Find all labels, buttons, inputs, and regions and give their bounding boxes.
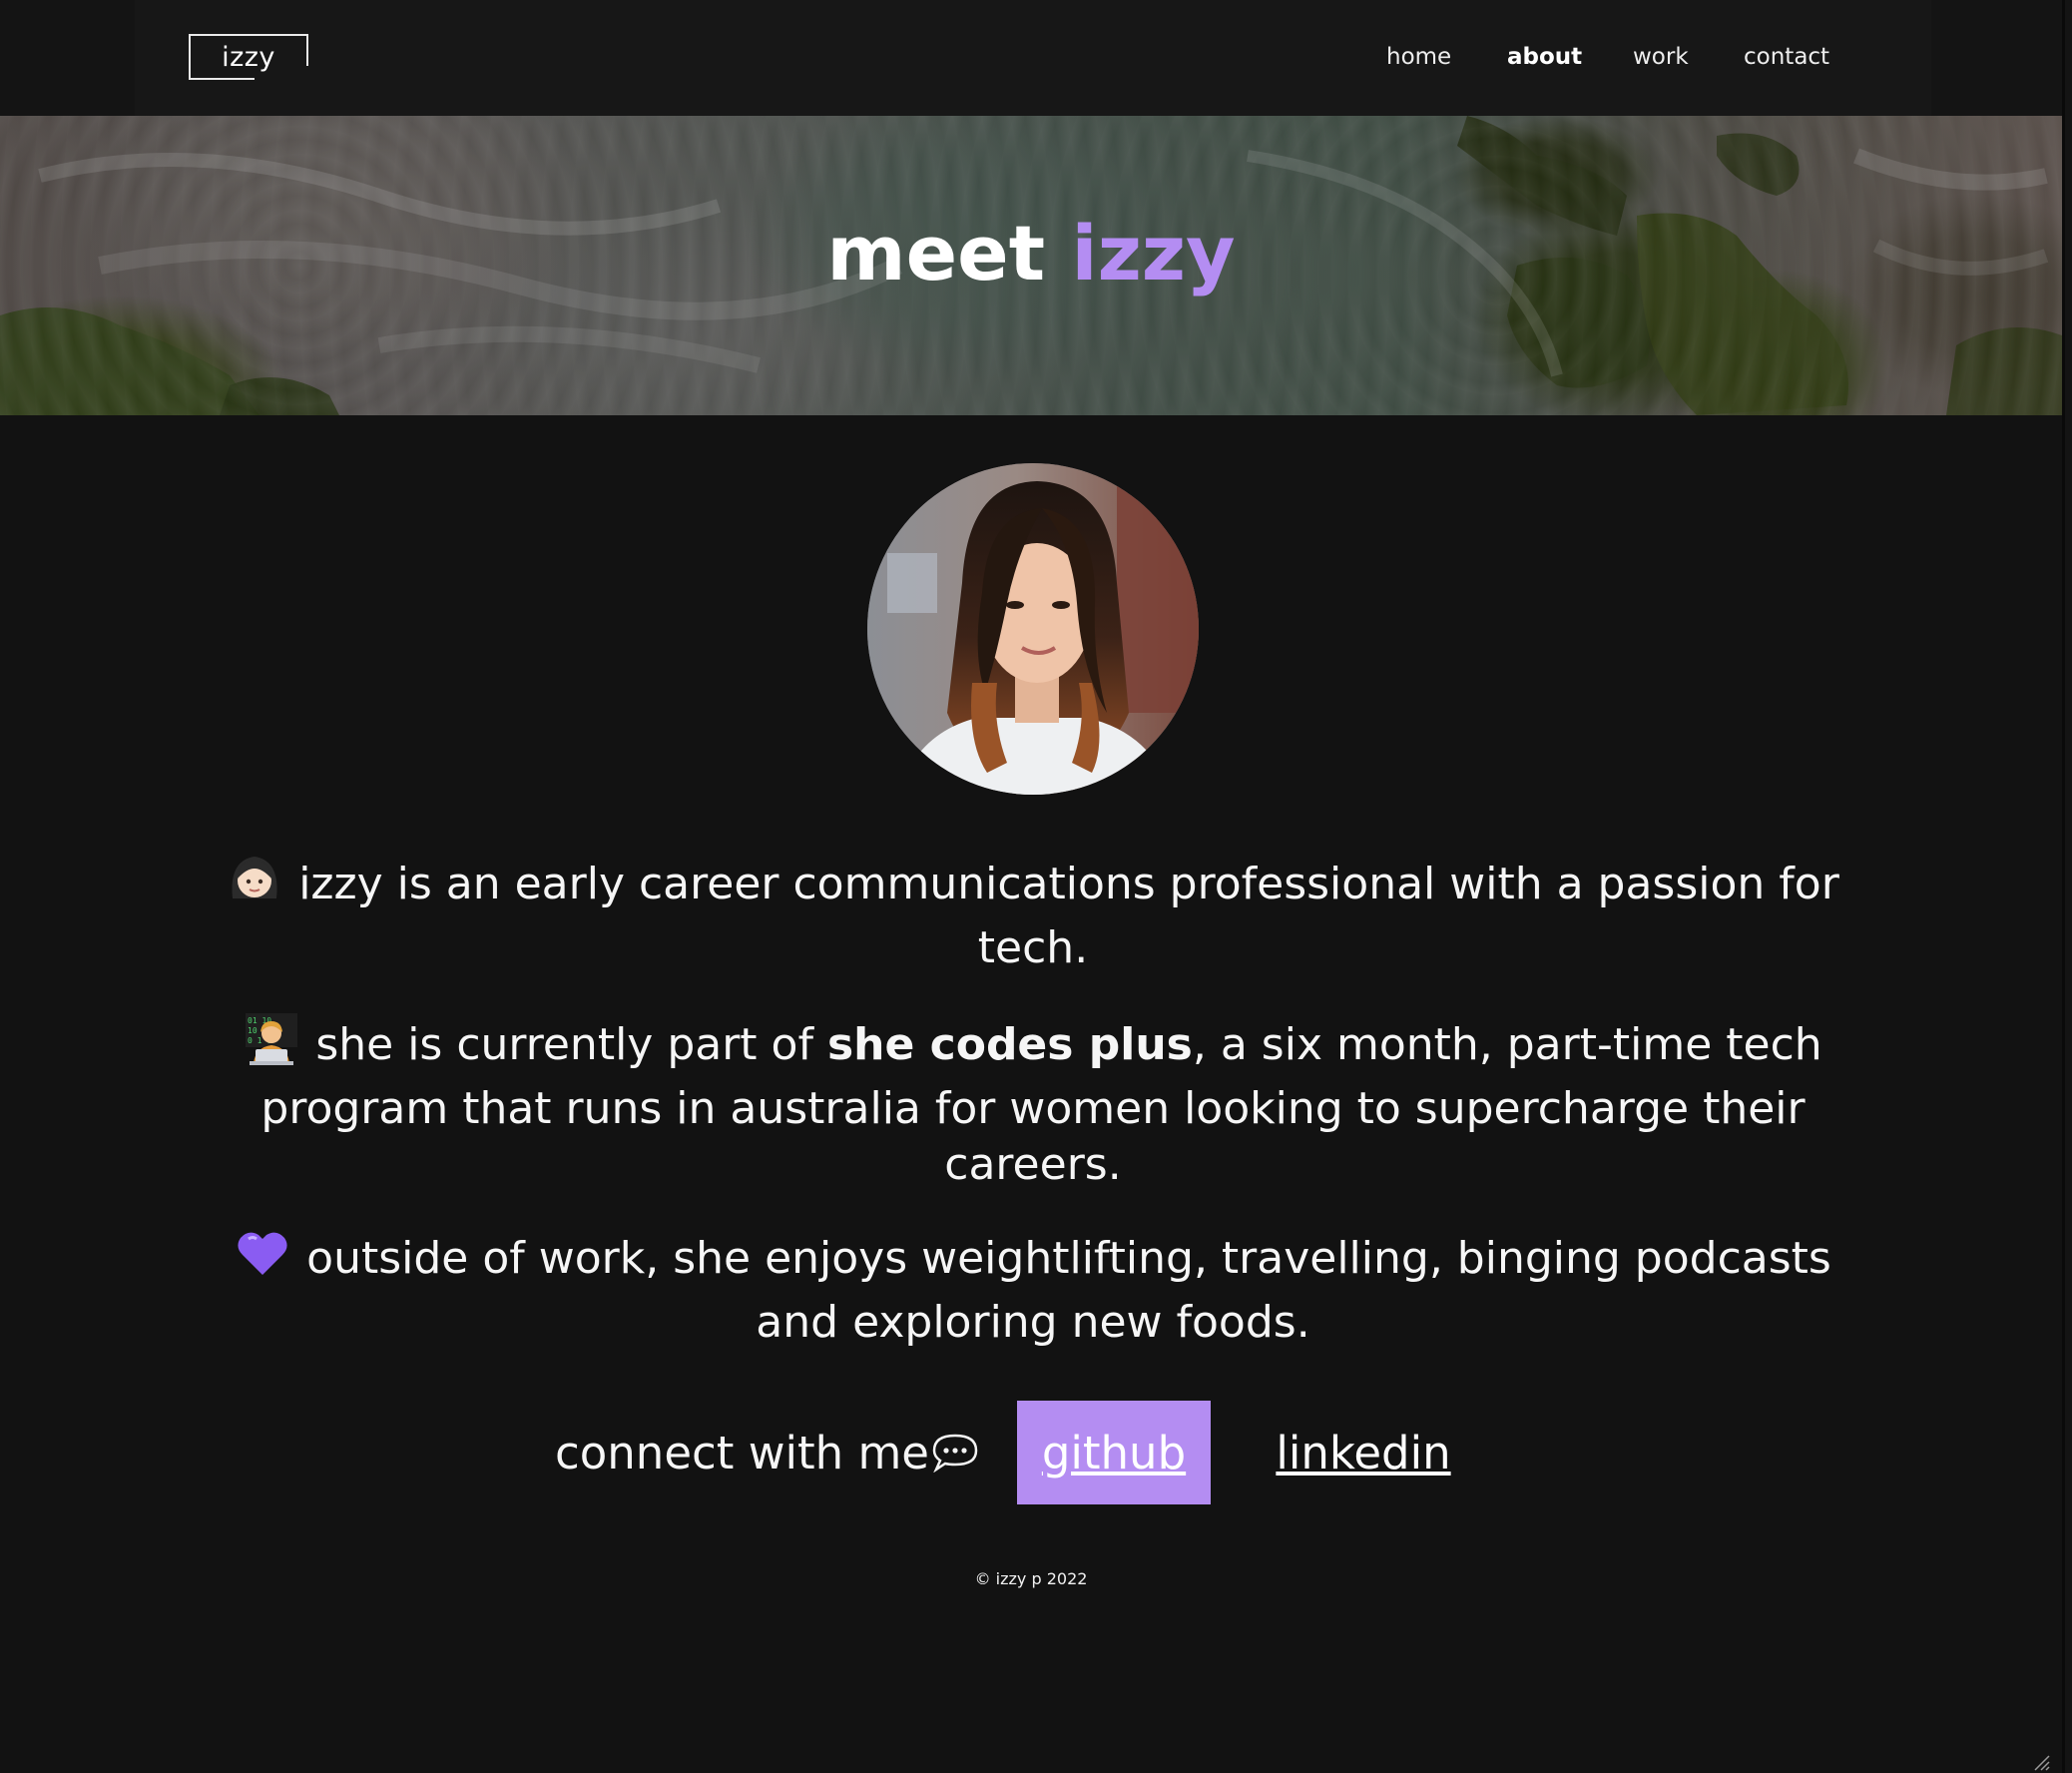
program-name: she codes plus bbox=[826, 1019, 1193, 1070]
nav-item-work[interactable]: work bbox=[1633, 44, 1689, 70]
page-title: meet izzy bbox=[0, 216, 2062, 292]
bio-paragraph-2: 01 10 10 01 0 1 0 she is currently part … bbox=[220, 1011, 1846, 1193]
woman-emoji-icon bbox=[227, 851, 282, 920]
footer-copyright: © izzy p 2022 bbox=[974, 1569, 1088, 1588]
nav-item-home[interactable]: home bbox=[1386, 44, 1451, 70]
profile-avatar bbox=[867, 463, 1199, 795]
nav-item-contact[interactable]: contact bbox=[1744, 44, 1829, 70]
logo-link[interactable]: izzy bbox=[189, 34, 308, 80]
bio-paragraph-3: outside of work, she enjoys weightliftin… bbox=[220, 1225, 1846, 1351]
nav-item-about[interactable]: about bbox=[1507, 44, 1582, 70]
page-title-accent: izzy bbox=[1071, 209, 1236, 297]
bio-text-2-prefix: she is currently part of bbox=[315, 1019, 827, 1070]
logo-text: izzy bbox=[222, 41, 275, 73]
bio-text-1: izzy is an early career communications p… bbox=[298, 859, 1839, 973]
hero-banner: meet izzy bbox=[0, 116, 2062, 415]
logo-border-gap bbox=[305, 66, 311, 80]
resize-grip-icon[interactable] bbox=[2030, 1751, 2050, 1771]
portrait-photo bbox=[867, 463, 1199, 795]
purple-heart-emoji-icon bbox=[235, 1225, 290, 1295]
bio-text-3: outside of work, she enjoys weightliftin… bbox=[306, 1233, 1831, 1348]
bio-paragraph-1: izzy is an early career communications p… bbox=[220, 851, 1846, 976]
github-link-button[interactable]: github bbox=[1017, 1401, 1211, 1504]
logo-border-gap bbox=[255, 76, 310, 82]
top-navbar: izzy home about work contact bbox=[0, 0, 2062, 116]
linkedin-link-button[interactable]: linkedin bbox=[1264, 1401, 1463, 1504]
connect-section: connect with me github linkedin bbox=[0, 1401, 2062, 1504]
speech-bubble-icon bbox=[932, 1434, 978, 1473]
page-title-plain: meet bbox=[826, 209, 1046, 297]
page: izzy home about work contact meet izzy i… bbox=[0, 0, 2065, 1773]
woman-technologist-emoji-icon: 01 10 10 01 0 1 0 bbox=[244, 1011, 299, 1081]
connect-label: connect with me bbox=[555, 1427, 929, 1479]
